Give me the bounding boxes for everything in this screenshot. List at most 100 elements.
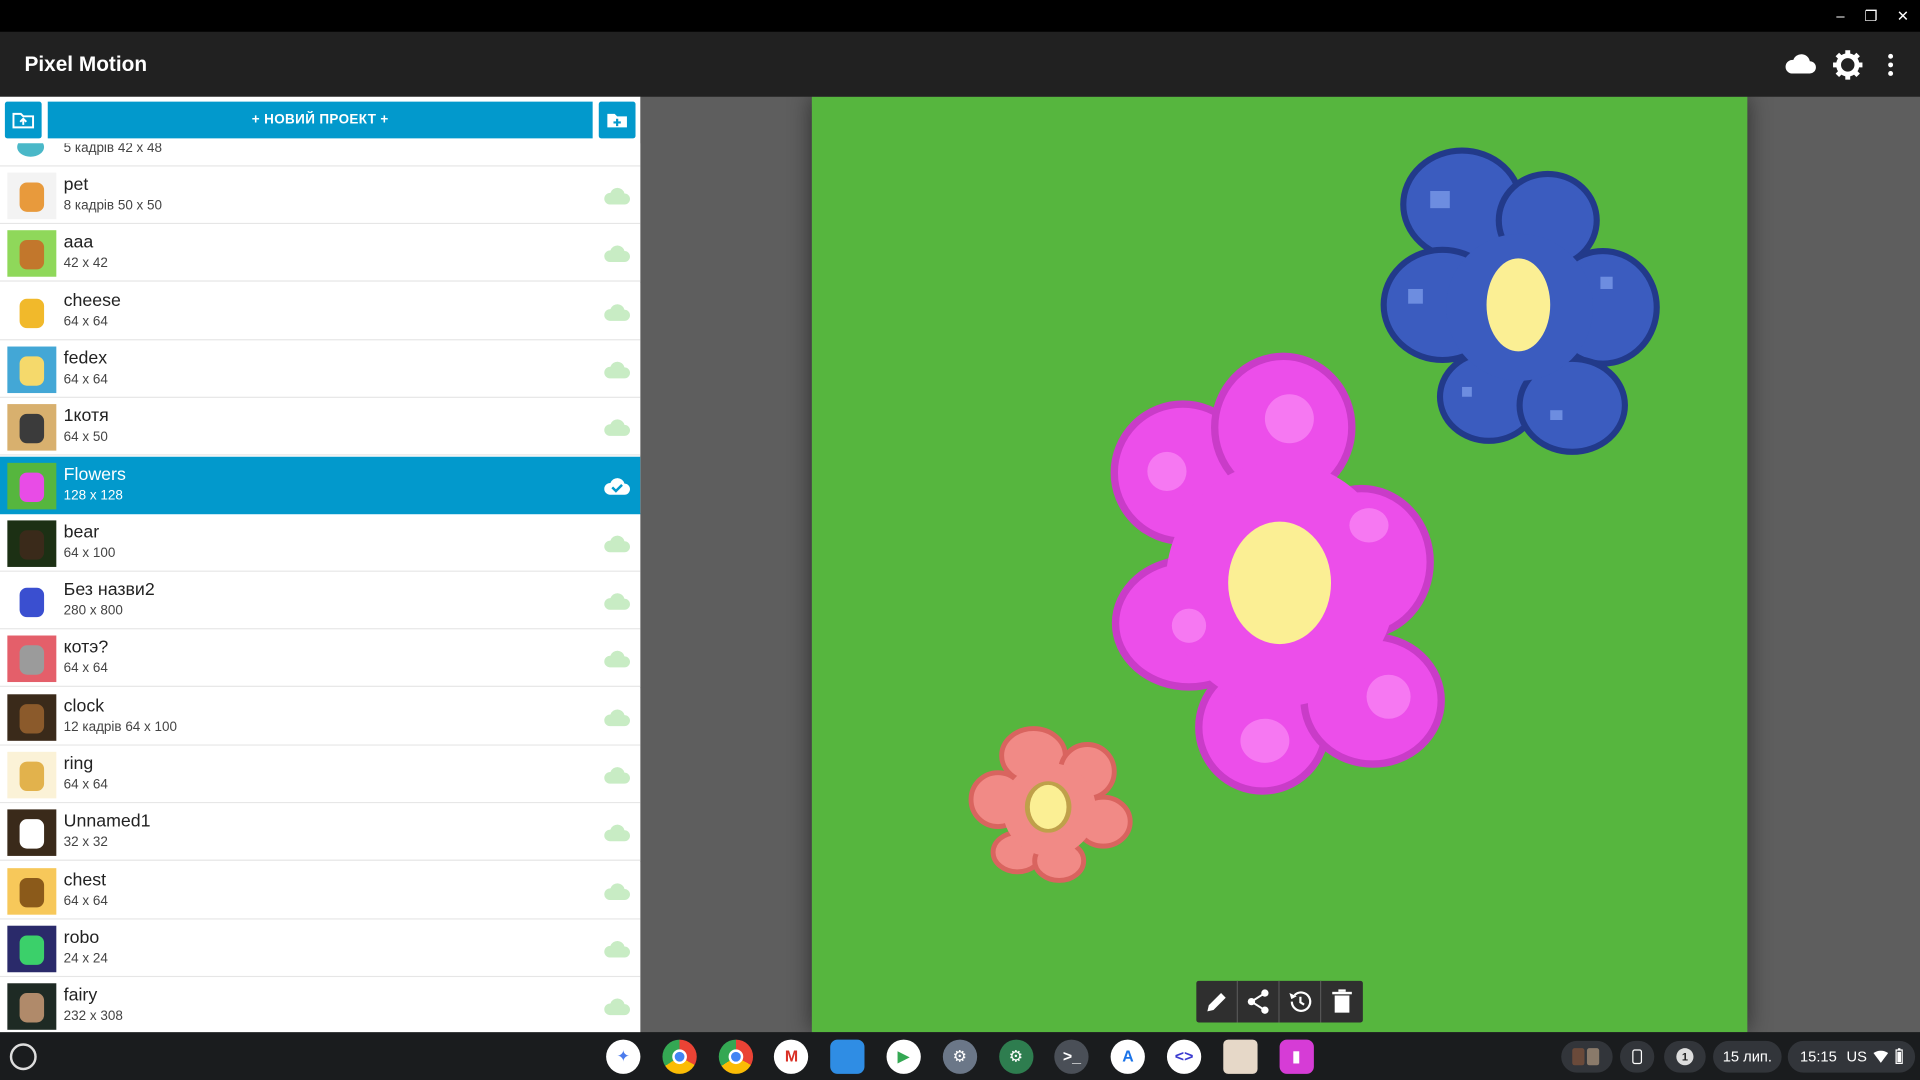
new-folder-button[interactable] [598,101,636,139]
edit-button[interactable] [1196,980,1238,1023]
list-item[interactable]: aaa 42 x 42 [0,224,641,282]
chrome-icon[interactable] [718,1039,753,1074]
project-thumbnail [7,983,57,1031]
list-item[interactable]: ring 64 x 64 [0,745,641,804]
taskbar: ✦ M ▶ ⚙ ⚙ >_ A <> ▮ 1 15 лип. 15:15 US [0,1032,1920,1080]
gear-icon[interactable] [1831,48,1865,82]
date-pill[interactable]: 15 лип. [1713,1040,1782,1073]
project-thumbnail [7,288,57,336]
cloud-icon[interactable] [604,186,631,206]
play-store-icon[interactable]: ▶ [886,1039,921,1074]
project-info: 64 x 64 [63,372,108,387]
project-list[interactable]: 5 кадрів 42 x 48 pet 8 кадрів 50 x 50 aaa 42… [0,143,641,1033]
project-name: cheese [63,290,121,311]
close-icon[interactable]: ✕ [1894,7,1911,24]
project-name: fedex [63,348,108,369]
delete-button[interactable] [1321,981,1363,1023]
phone-icon [1632,1049,1643,1065]
list-item[interactable]: Без назви2 280 x 800 [0,571,641,630]
project-thumbnail [7,635,57,683]
list-item-partial[interactable]: 5 кадрів 42 x 48 [0,143,641,167]
project-name: bear [63,522,100,543]
project-name: robo [63,928,100,948]
list-item[interactable]: chest 64 x 64 [0,861,641,920]
project-thumbnail [7,925,57,973]
share-button[interactable] [1238,980,1280,1023]
terminal-icon[interactable]: >_ [1054,1039,1090,1074]
project-name: 1котя [63,406,109,427]
list-item[interactable]: robo 24 x 24 [0,919,641,978]
gmail-icon[interactable]: M [774,1039,809,1074]
list-item[interactable]: Flowers 128 x 128 [0,456,641,514]
cloud-icon[interactable] [604,881,631,901]
list-item[interactable]: pet 8 кадрів 50 x 50 [0,166,641,225]
settings-icon[interactable]: ⚙ [998,1039,1033,1074]
project-info: 64 x 64 [63,314,108,329]
history-button[interactable] [1280,980,1322,1023]
share-icon [1247,989,1269,1014]
project-info: 128 x 128 [63,487,123,503]
launcher-icon[interactable] [9,1043,37,1071]
cloud-icon[interactable] [604,649,631,669]
project-info: 12 кадрів 64 x 100 [63,719,177,735]
files-icon[interactable] [830,1039,865,1074]
notification-count: 1 [1676,1048,1694,1066]
gallery-icon[interactable] [1223,1039,1258,1074]
gemini-icon[interactable]: ✦ [606,1039,641,1074]
more-vert-icon[interactable] [1873,48,1907,82]
cloud-icon[interactable] [604,939,631,959]
phone-hub-button[interactable] [1620,1040,1655,1073]
project-panel: + НОВИЙ ПРОЕКТ + 5 кадрів 42 x 48 pet 8 ка… [0,96,641,1033]
folder-add-icon [607,113,627,128]
cloud-icon[interactable] [604,534,631,554]
project-info: 64 x 64 [63,893,108,909]
list-item[interactable]: fedex 64 x 64 [0,340,641,398]
holding-space-button[interactable] [1561,1040,1613,1073]
project-thumbnail [7,230,57,278]
project-thumbnail [7,578,57,625]
cloud-icon[interactable] [604,302,631,322]
project-name: pet [63,175,89,195]
list-item[interactable]: clock 12 кадрів 64 x 100 [0,687,641,746]
new-project-button[interactable]: + НОВИЙ ПРОЕКТ + [47,101,593,139]
list-item[interactable]: котэ? 64 x 64 [0,629,641,688]
cloud-icon[interactable] [604,592,631,612]
canvas-area [640,96,1920,1033]
cloud-icon[interactable] [604,997,631,1017]
status-area[interactable]: 15:15 US [1787,1040,1916,1073]
pixel-motion-icon[interactable]: ▮ [1279,1039,1314,1074]
cloud-icon[interactable] [604,823,631,843]
cloud-icon[interactable] [604,244,631,264]
app-title: Pixel Motion [24,52,148,76]
minimize-icon[interactable]: – [1832,7,1849,24]
list-item[interactable]: fairy 232 x 308 [0,977,641,1033]
delete-icon [1332,989,1352,1013]
cloud-icon[interactable] [604,360,631,380]
cloud-icon[interactable] [604,707,631,727]
chrome-icon[interactable] [662,1039,697,1074]
canvas-toolbar [1196,980,1363,1023]
code-icon[interactable]: <> [1166,1039,1202,1074]
project-info: 64 x 100 [63,545,116,561]
cloud-icon[interactable] [1783,48,1817,82]
restore-icon[interactable]: ❐ [1862,7,1879,24]
settings-icon[interactable]: ⚙ [942,1039,977,1074]
cloud-icon[interactable] [604,765,631,785]
project-name: clock [63,696,105,716]
list-item[interactable]: 1котя 64 x 50 [0,398,641,456]
notification-button[interactable]: 1 [1664,1040,1706,1073]
list-item[interactable]: bear 64 x 100 [0,514,641,572]
project-thumbnail [7,462,57,509]
import-folder-button[interactable] [4,101,42,139]
cloud-icon[interactable] [604,418,631,438]
list-item[interactable]: Unnamed1 32 x 32 [0,803,641,862]
wifi-icon [1873,1050,1889,1063]
history-icon [1289,991,1312,1012]
pink-flower [1110,352,1445,795]
project-info: 5 кадрів 42 x 48 [63,143,163,156]
project-thumbnail [7,751,57,799]
list-item[interactable]: cheese 64 x 64 [0,282,641,340]
pixel-canvas[interactable] [811,96,1748,1033]
app-store-icon[interactable]: A [1110,1039,1146,1074]
cloud-done-icon[interactable] [604,476,631,496]
